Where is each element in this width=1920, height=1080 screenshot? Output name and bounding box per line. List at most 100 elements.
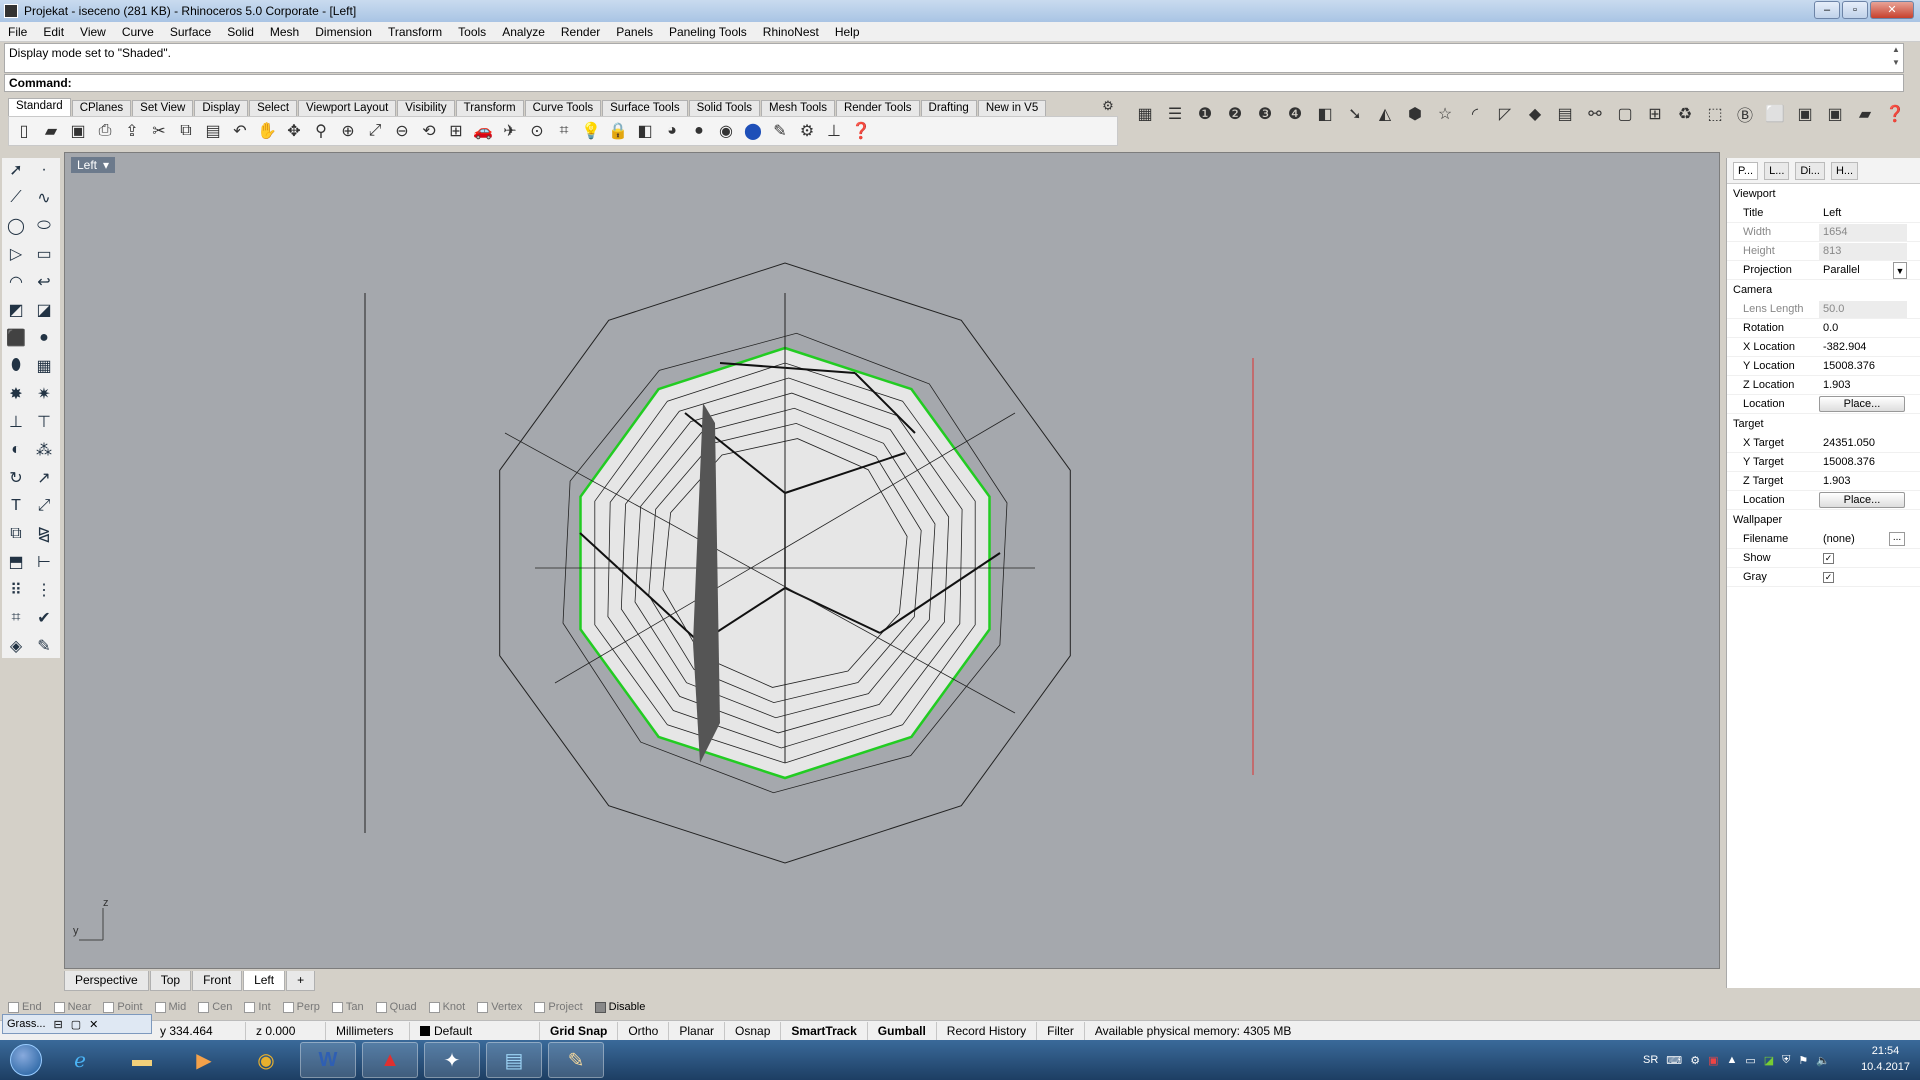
osnap-tan-checkbox[interactable] <box>331 1001 343 1013</box>
osnap-mid-checkbox[interactable] <box>154 1001 166 1013</box>
toolbar-tab-render-tools[interactable]: Render Tools <box>835 100 920 116</box>
internet-explorer-icon[interactable]: ℯ <box>52 1042 108 1078</box>
zoom-window-icon[interactable]: ⊕ <box>337 120 359 142</box>
four-views-icon[interactable]: ⊞ <box>445 120 467 142</box>
network-icon[interactable]: ⚙ <box>1690 1054 1700 1067</box>
undo-icon[interactable]: ↶ <box>229 120 251 142</box>
floating-window[interactable]: Grass... ⊟ ▢ ✕ <box>2 1014 152 1034</box>
photo-viewer-icon[interactable]: ▤ <box>486 1042 542 1078</box>
smarttrack-toggle[interactable]: SmartTrack <box>781 1021 868 1040</box>
material-icon[interactable]: ◕ <box>661 120 683 142</box>
star-icon[interactable]: ☆ <box>1434 103 1456 125</box>
osnap-perp[interactable]: Perp <box>282 1001 320 1013</box>
move-view-icon[interactable]: ✥ <box>283 120 305 142</box>
toolbar-settings-gear-icon[interactable]: ⚙ <box>1100 98 1116 114</box>
prop-ytarget-value[interactable]: 15008.376 <box>1819 454 1907 471</box>
shield-icon[interactable]: ⛨ <box>1782 1054 1790 1067</box>
b-letter-icon[interactable]: Ⓑ <box>1734 103 1756 125</box>
projection-select[interactable]: Parallel ▼ <box>1819 261 1907 279</box>
rhino-icon[interactable]: ✦ <box>424 1042 480 1078</box>
panel-tab-0[interactable]: P... <box>1733 161 1759 180</box>
move-icon[interactable]: ↗ <box>32 466 56 490</box>
arcs-icon[interactable]: ◜ <box>1464 103 1486 125</box>
flag-icon[interactable]: ⚑ <box>1798 1054 1808 1067</box>
scale-icon[interactable]: ⤢ <box>32 494 56 518</box>
cplane-icon[interactable]: ⊥ <box>823 120 845 142</box>
menu-render[interactable]: Render <box>553 25 608 39</box>
point-icon[interactable]: ⊙ <box>526 120 548 142</box>
open-folder-icon[interactable]: ▰ <box>1854 103 1876 125</box>
render-icon[interactable]: ◈ <box>4 634 28 658</box>
cut-icon[interactable]: ✂ <box>148 120 170 142</box>
restore-icon[interactable]: ⊟ <box>54 1018 63 1031</box>
material-pencil-icon[interactable]: ✎ <box>32 634 56 658</box>
volume-icon[interactable]: 🔈 <box>1816 1054 1830 1067</box>
boolean-icon[interactable]: ◐ <box>4 438 28 462</box>
frame-icon[interactable]: ▢ <box>1614 103 1636 125</box>
toolbar-tab-visibility[interactable]: Visibility <box>397 100 455 116</box>
folders-icon[interactable]: ▤ <box>1554 103 1576 125</box>
osnap-cen[interactable]: Cen <box>198 1001 232 1013</box>
toolbar-tab-new-in-v5[interactable]: New in V5 <box>977 100 1047 116</box>
filter-button[interactable]: Filter <box>1037 1021 1085 1040</box>
gear-icon[interactable]: ⚙ <box>796 120 818 142</box>
help-icon[interactable]: ❓ <box>1884 103 1906 125</box>
menu-dimension[interactable]: Dimension <box>307 25 380 39</box>
add-viewport-tab-button[interactable]: + <box>286 971 316 991</box>
osnap-vertex[interactable]: Vertex <box>477 1001 522 1013</box>
print-icon[interactable]: ⎙ <box>94 120 116 142</box>
viewport-tab-left[interactable]: Left <box>243 971 286 991</box>
toolbar-tab-mesh-tools[interactable]: Mesh Tools <box>761 100 835 116</box>
close-button[interactable]: ✕ <box>1870 1 1914 19</box>
menu-solid[interactable]: Solid <box>219 25 262 39</box>
prop-xloc-value[interactable]: -382.904 <box>1819 339 1907 356</box>
show-checkbox[interactable]: ✓ <box>1823 552 1834 564</box>
analyze-icon[interactable]: ⌗ <box>4 606 28 630</box>
viewport-tab-front[interactable]: Front <box>192 971 243 991</box>
osnap-toggle[interactable]: Osnap <box>725 1021 782 1040</box>
scroll-up-icon[interactable]: ▲ <box>1889 45 1903 59</box>
menu-analyze[interactable]: Analyze <box>494 25 553 39</box>
menu-mesh[interactable]: Mesh <box>262 25 307 39</box>
menu-surface[interactable]: Surface <box>162 25 219 39</box>
recycle-icon[interactable]: ♻ <box>1674 103 1696 125</box>
display-icon[interactable]: ▭ <box>1745 1054 1755 1067</box>
mirror-icon[interactable]: ⧎ <box>32 522 56 546</box>
arc-icon[interactable]: ◠ <box>4 270 28 294</box>
osnap-perp-checkbox[interactable] <box>282 1001 294 1013</box>
split-icon[interactable]: ⊥ <box>4 410 28 434</box>
zoom-selected-icon[interactable]: ⊖ <box>391 120 413 142</box>
toolbar-tab-solid-tools[interactable]: Solid Tools <box>688 100 760 116</box>
osnap-near-checkbox[interactable] <box>53 1001 65 1013</box>
dropdown-arrow-icon[interactable]: ▼ <box>1893 261 1907 279</box>
pan-hand-icon[interactable]: ✋ <box>256 120 278 142</box>
osnap-int[interactable]: Int <box>244 1001 271 1013</box>
prop-xtarget-value[interactable]: 24351.050 <box>1819 435 1907 452</box>
media-player-icon[interactable]: ▶ <box>176 1042 232 1078</box>
autocad-tray-icon[interactable]: ▲ <box>1726 1054 1737 1066</box>
osnap-vertex-checkbox[interactable] <box>477 1001 489 1013</box>
planar-toggle[interactable]: Planar <box>669 1021 726 1040</box>
toolbar-tab-drafting[interactable]: Drafting <box>920 100 977 116</box>
copy-icon[interactable]: ⧉ <box>175 120 197 142</box>
osnap-mid[interactable]: Mid <box>154 1001 186 1013</box>
viewport-tab-perspective[interactable]: Perspective <box>64 971 149 991</box>
prop-rotation-value[interactable]: 0.0 <box>1819 320 1907 337</box>
layer-button[interactable]: Default <box>410 1021 540 1040</box>
menu-edit[interactable]: Edit <box>35 25 72 39</box>
new-file-icon[interactable]: ▯ <box>13 120 35 142</box>
viewport-left[interactable]: Left ▾ z y <box>64 152 1720 969</box>
menu-tools[interactable]: Tools <box>450 25 494 39</box>
sphere-rendered-icon[interactable]: ◉ <box>715 120 737 142</box>
select-box-icon[interactable]: ⬚ <box>1704 103 1726 125</box>
menu-panels[interactable]: Panels <box>608 25 661 39</box>
toolbar-tab-curve-tools[interactable]: Curve Tools <box>524 100 602 116</box>
osnap-end[interactable]: End <box>8 1001 42 1013</box>
nest-step-3-icon[interactable]: ❸ <box>1254 103 1276 125</box>
ellipse-icon[interactable]: ⬭ <box>32 214 56 238</box>
panel-tab-3[interactable]: H... <box>1830 161 1859 180</box>
pencil-icon[interactable]: ✎ <box>769 120 791 142</box>
nest-step-2-icon[interactable]: ❷ <box>1224 103 1246 125</box>
region-icon[interactable]: ⬜ <box>1764 103 1786 125</box>
keyboard-icon[interactable]: ⌨ <box>1666 1054 1682 1067</box>
